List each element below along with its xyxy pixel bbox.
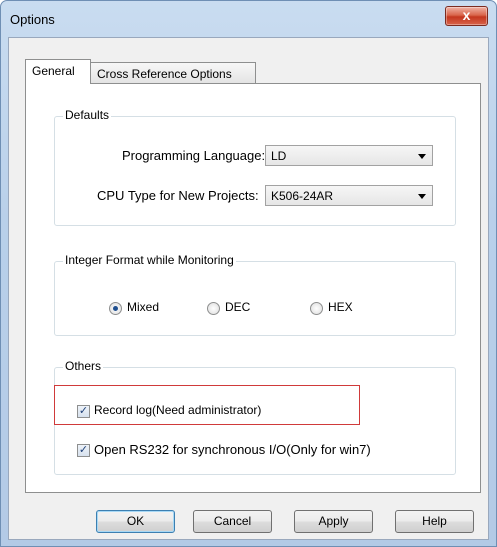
chevron-down-icon	[418, 194, 426, 199]
general-tab-panel: Defaults Programming Language: LD CPU Ty…	[25, 83, 481, 493]
radio-hex-label: HEX	[328, 300, 353, 314]
cpu-type-select[interactable]: K506-24AR	[265, 185, 433, 206]
integer-format-group: Integer Format while Monitoring Mixed DE…	[54, 253, 456, 336]
radio-dec-label: DEC	[225, 300, 251, 314]
radio-mixed[interactable]	[109, 302, 122, 315]
programming-language-value: LD	[271, 149, 287, 163]
dialog-client-area: General Cross Reference Options Defaults…	[8, 37, 489, 540]
cancel-button[interactable]: Cancel	[193, 510, 272, 533]
cpu-type-value: K506-24AR	[271, 189, 334, 203]
open-rs232-checkbox[interactable]: ✓	[77, 444, 90, 457]
title-bar[interactable]: Options x	[1, 1, 496, 35]
tab-cross-reference-options[interactable]: Cross Reference Options	[90, 62, 256, 84]
defaults-group-title: Defaults	[63, 108, 112, 122]
apply-button[interactable]: Apply	[294, 510, 373, 533]
open-rs232-label: Open RS232 for synchronous I/O(Only for …	[94, 442, 371, 457]
help-button[interactable]: Help	[395, 510, 474, 533]
options-dialog: Options x General Cross Reference Option…	[0, 0, 497, 547]
close-button[interactable]: x	[445, 6, 488, 26]
tab-general[interactable]: General	[25, 59, 91, 84]
chevron-down-icon	[418, 154, 426, 159]
window-title: Options	[10, 12, 55, 27]
programming-language-label: Programming Language:	[122, 148, 266, 163]
ok-button[interactable]: OK	[96, 510, 175, 533]
radio-hex[interactable]	[310, 302, 323, 315]
others-group-title: Others	[63, 359, 104, 373]
programming-language-select[interactable]: LD	[265, 145, 433, 166]
cpu-type-label: CPU Type for New Projects:	[97, 188, 259, 203]
radio-mixed-label: Mixed	[127, 300, 160, 314]
integer-format-group-title: Integer Format while Monitoring	[63, 253, 236, 267]
defaults-group: Defaults Programming Language: LD CPU Ty…	[54, 108, 456, 226]
highlight-box	[54, 385, 360, 425]
radio-dec[interactable]	[207, 302, 220, 315]
